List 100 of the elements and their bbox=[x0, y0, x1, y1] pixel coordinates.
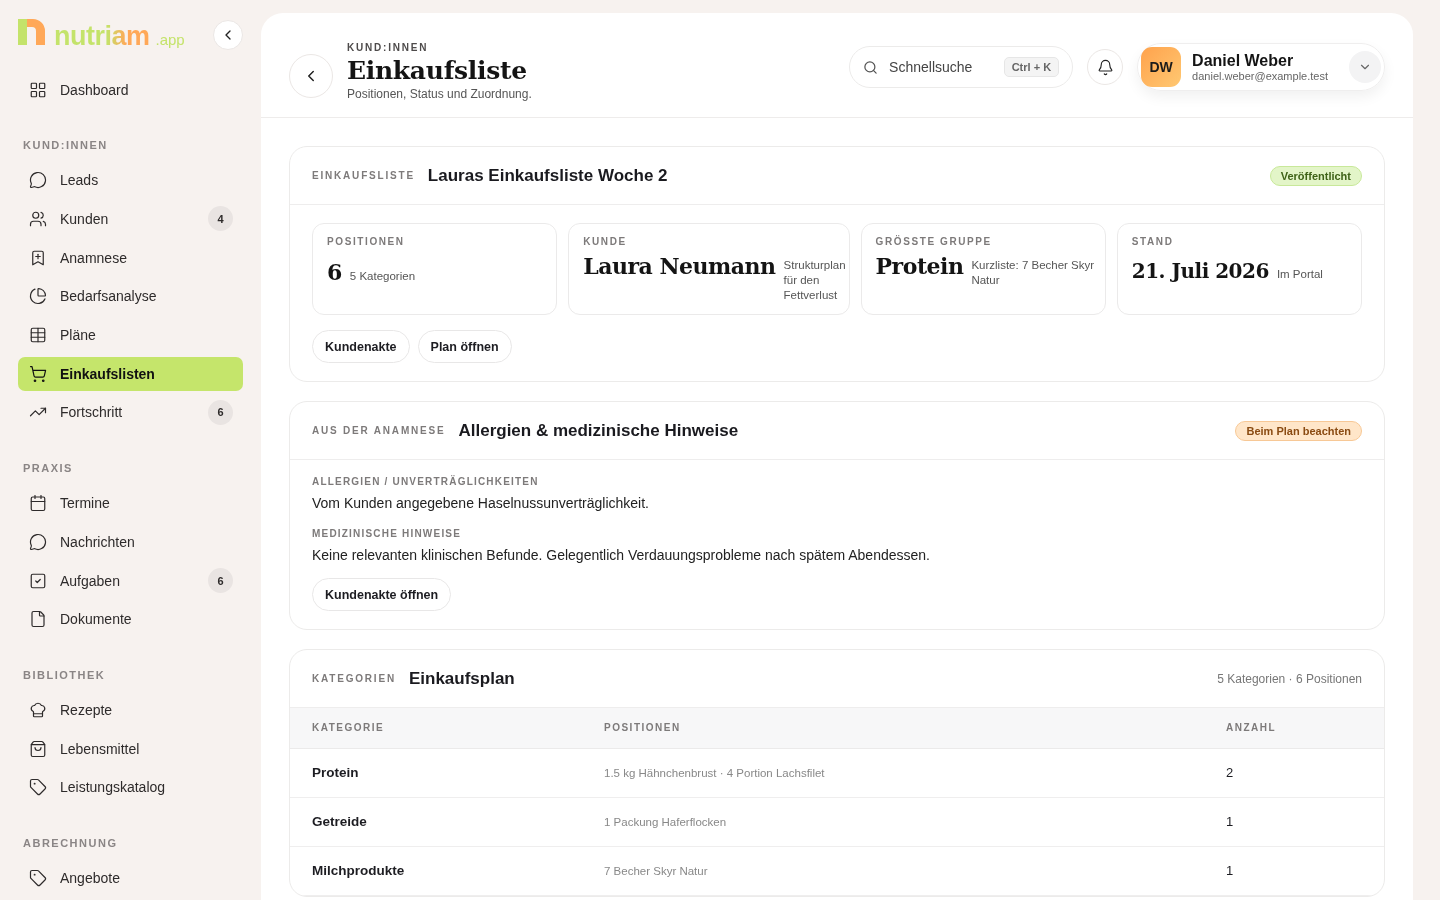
sidebar-item-label: Einkaufslisten bbox=[60, 365, 156, 382]
stat-value: 21. Juli 2026 bbox=[1131, 259, 1269, 283]
logo-suffix: .app bbox=[155, 30, 185, 48]
document-icon bbox=[29, 610, 47, 629]
sidebar-item-label: Nachrichten bbox=[60, 533, 136, 550]
sidebar-item-label: Bedarfsanalyse bbox=[60, 288, 158, 305]
count-badge: 6 bbox=[208, 399, 233, 425]
chef-hat-icon bbox=[29, 700, 47, 719]
sidebar-item-label: Kunden bbox=[60, 210, 110, 227]
card-title: Lauras Einkaufsliste Woche 2 bbox=[427, 165, 669, 186]
sidebar-item[interactable]: Angebote bbox=[18, 861, 243, 895]
sidebar-item-label: Rezepte bbox=[60, 701, 114, 718]
stat-label: STAND bbox=[1131, 236, 1175, 247]
table-cell: 2 bbox=[1204, 748, 1384, 797]
sidebar-item-label: Pläne bbox=[60, 327, 97, 344]
user-menu-button[interactable] bbox=[1349, 51, 1381, 83]
page-eyebrow: KUND:INNEN bbox=[347, 41, 430, 53]
sidebar-item[interactable]: Leistungskatalog bbox=[18, 770, 243, 805]
table-cell: 1 Packung Haferflocken bbox=[582, 797, 1204, 846]
action-button[interactable]: Plan öffnen bbox=[417, 330, 512, 363]
table-cell: Getreide bbox=[290, 797, 582, 846]
table-icon bbox=[29, 326, 47, 345]
checkbox-icon bbox=[29, 571, 47, 590]
card-meta: 5 Kategorien · 6 Positionen bbox=[1217, 671, 1362, 686]
column-header: KATEGORIE bbox=[290, 708, 582, 748]
stat-label: GRÖSSTE GRUPPE bbox=[875, 236, 993, 247]
page-subtitle: Positionen, Status und Zuordnung. bbox=[347, 86, 533, 101]
sidebar-item-label: Fortschritt bbox=[60, 404, 124, 421]
column-header: POSITIONEN bbox=[582, 708, 1204, 748]
bag-icon bbox=[29, 739, 47, 758]
sidebar-item[interactable]: Nachrichten bbox=[18, 525, 243, 559]
sidebar-item[interactable]: Termine bbox=[18, 486, 243, 520]
stat-value: Laura Neumann bbox=[583, 253, 776, 279]
sidebar-item-label: Aufgaben bbox=[60, 572, 121, 589]
card-eyebrow: KATEGORIEN bbox=[312, 673, 396, 684]
count-badge: 6 bbox=[208, 568, 233, 594]
sidebar-item[interactable]: Kunden 4 bbox=[18, 202, 243, 236]
card-eyebrow: EINKAUFSLISTE bbox=[312, 170, 415, 181]
table-cell: 1 bbox=[1204, 797, 1384, 846]
sidebar-item[interactable]: Pläne bbox=[18, 318, 243, 352]
sidebar-section-title: KUND:INNEN bbox=[22, 139, 109, 152]
card-eyebrow: AUS DER ANAMNESE bbox=[312, 425, 446, 436]
stat-note: Im Portal bbox=[1276, 267, 1323, 282]
sidebar-item[interactable]: Leads bbox=[18, 163, 243, 198]
table-cell: 1 bbox=[1204, 846, 1384, 895]
search-icon bbox=[863, 59, 879, 75]
sidebar-item[interactable]: Lebensmittel bbox=[18, 731, 243, 766]
stat-value: 6 bbox=[327, 259, 342, 285]
field-text: Vom Kunden angegebene Haselnussunverträglichkeit. bbox=[312, 495, 650, 511]
column-header: ANZAHL bbox=[1204, 708, 1384, 748]
sidebar-item[interactable]: Dashboard bbox=[18, 72, 243, 107]
count-badge: 4 bbox=[208, 206, 233, 232]
avatar: DW bbox=[1141, 47, 1182, 87]
sidebar-item-label: Dokumente bbox=[60, 611, 133, 628]
sidebar-section-title: PRAXIS bbox=[22, 462, 74, 475]
calendar-icon bbox=[29, 494, 47, 513]
stat-label: KUNDE bbox=[583, 236, 628, 247]
user-email: daniel.weber@example.test bbox=[1192, 70, 1328, 82]
field-label: MEDIZINISCHE HINWEISE bbox=[312, 528, 463, 539]
bookmark-plus-icon bbox=[29, 248, 47, 267]
sidebar-item[interactable]: Bedarfsanalyse bbox=[18, 279, 243, 314]
status-badge: Veröffentlicht bbox=[1269, 165, 1362, 186]
sidebar-item-label: Dashboard bbox=[60, 81, 130, 98]
sidebar-item[interactable]: Einkaufslisten bbox=[18, 356, 243, 391]
stat-note: Strukturplan für den Fettverlust bbox=[783, 258, 846, 303]
table-cell: Protein bbox=[290, 748, 582, 797]
table-cell: Milchprodukte bbox=[290, 846, 582, 895]
card-title: Allergien & medizinische Hinweise bbox=[458, 420, 740, 441]
sidebar-item[interactable]: Dokumente bbox=[18, 602, 243, 637]
chat-bubble-icon bbox=[29, 532, 47, 551]
sidebar-item-label: Leistungskatalog bbox=[60, 779, 167, 796]
status-badge: Beim Plan beachten bbox=[1235, 420, 1362, 441]
user-name: Daniel Weber bbox=[1192, 52, 1295, 70]
sidebar-section-title: BIBLIOTHEK bbox=[22, 669, 107, 682]
notifications-button[interactable] bbox=[1087, 49, 1124, 85]
collapse-sidebar-button[interactable] bbox=[213, 20, 243, 51]
sidebar-item-label: Angebote bbox=[60, 870, 121, 887]
pie-chart-icon bbox=[29, 287, 47, 306]
stat-label: POSITIONEN bbox=[327, 236, 406, 247]
sidebar-item-label: Lebensmittel bbox=[60, 740, 141, 757]
stat-note: Kurzliste: 7 Becher Skyr Natur bbox=[971, 258, 1096, 288]
sidebar-section-title: ABRECHNUNG bbox=[22, 837, 119, 850]
sidebar-item[interactable]: Anamnese bbox=[18, 240, 243, 275]
stat-value: Protein bbox=[875, 253, 964, 279]
page-title: Einkaufsliste bbox=[347, 55, 528, 85]
logo-mark-icon bbox=[18, 18, 48, 45]
sidebar-item-label: Termine bbox=[60, 495, 111, 512]
action-button[interactable]: Kundenakte bbox=[312, 330, 410, 363]
card-title: Einkaufsplan bbox=[408, 668, 516, 689]
action-button[interactable]: Kundenakte öffnen bbox=[312, 578, 452, 611]
sidebar-item[interactable]: Aufgaben 6 bbox=[18, 563, 243, 598]
sidebar-item-label: Leads bbox=[60, 172, 100, 189]
tag-icon bbox=[29, 869, 47, 888]
grid-icon bbox=[29, 80, 47, 99]
sidebar-item[interactable]: Fortschritt 6 bbox=[18, 395, 243, 430]
users-icon bbox=[29, 209, 47, 228]
bell-icon bbox=[1096, 58, 1114, 76]
table-cell: 7 Becher Skyr Natur bbox=[582, 846, 1204, 895]
shortcut-hint: Ctrl + K bbox=[1003, 57, 1060, 77]
sidebar-item[interactable]: Rezepte bbox=[18, 693, 243, 727]
